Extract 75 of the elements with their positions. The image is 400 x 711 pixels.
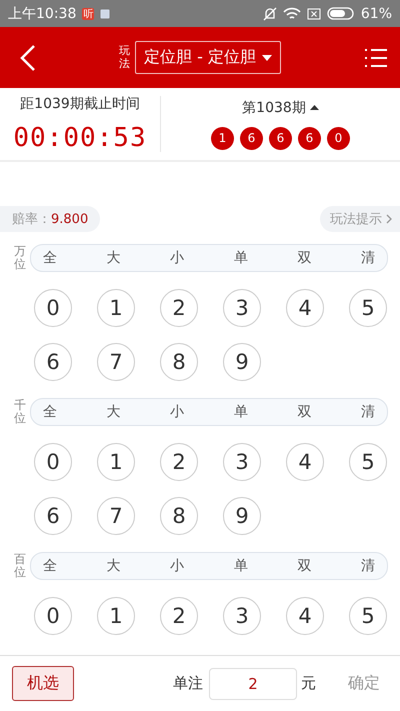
number-ball[interactable]: 0 (34, 289, 72, 327)
filter-option[interactable]: 双 (297, 403, 312, 421)
number-ball[interactable]: 9 (223, 343, 261, 381)
position-label: 万位 (14, 244, 26, 272)
filter-option[interactable]: 大 (106, 403, 121, 421)
filter-option[interactable]: 全 (43, 403, 57, 421)
menu-icon[interactable] (364, 48, 388, 68)
filter-option[interactable]: 小 (170, 403, 184, 421)
number-ball[interactable]: 6 (34, 343, 72, 381)
battery-icon (326, 7, 355, 20)
number-ball[interactable]: 5 (349, 443, 387, 481)
message-icon (100, 8, 110, 18)
position-label: 百位 (14, 552, 26, 580)
filter-option[interactable]: 全 (43, 249, 57, 267)
number-ball[interactable]: 4 (286, 443, 324, 481)
number-ball[interactable]: 1 (97, 597, 135, 635)
filter-option[interactable]: 双 (297, 557, 312, 575)
app-notification-icon: 听 (82, 8, 94, 20)
filter-option[interactable]: 小 (170, 249, 184, 267)
draw-number: 0 (327, 126, 350, 150)
filter-option[interactable]: 单 (234, 249, 248, 267)
filter-option[interactable]: 单 (234, 557, 248, 575)
number-ball[interactable]: 2 (160, 289, 198, 327)
random-pick-button[interactable]: 机选 (12, 666, 74, 701)
number-ball[interactable]: 4 (286, 289, 324, 327)
number-ball[interactable]: 5 (349, 597, 387, 635)
mute-bell-icon (262, 6, 277, 20)
odds-text: 赔率：9.800 (0, 206, 100, 232)
number-ball[interactable]: 0 (34, 443, 72, 481)
number-ball[interactable]: 3 (223, 443, 261, 481)
number-ball[interactable]: 3 (223, 597, 261, 635)
amount-field[interactable]: 2 (209, 668, 297, 700)
wifi-icon (282, 6, 301, 20)
caret-icon (262, 54, 272, 60)
countdown-timer: 00:00:53 (13, 123, 147, 153)
draw-number: 6 (240, 126, 263, 150)
number-ball[interactable]: 1 (97, 443, 135, 481)
draw-number: 6 (269, 126, 292, 150)
number-ball[interactable]: 8 (160, 497, 198, 535)
number-ball[interactable]: 6 (34, 497, 72, 535)
battery-percent: 61% (360, 6, 392, 22)
draw-number: 6 (298, 126, 321, 150)
caret-up-icon (310, 105, 319, 110)
number-ball[interactable]: 5 (349, 289, 387, 327)
play-label: 玩法 (119, 45, 130, 70)
draw-number: 1 (211, 126, 234, 150)
sim-icon (306, 8, 321, 20)
filter-option[interactable]: 大 (106, 249, 121, 267)
number-ball[interactable]: 2 (160, 443, 198, 481)
filter-option[interactable]: 清 (360, 249, 375, 267)
position-label: 千位 (14, 398, 26, 426)
number-ball[interactable]: 2 (160, 597, 198, 635)
number-ball[interactable]: 7 (97, 343, 135, 381)
play-type-dropdown[interactable]: 定位胆 - 定位胆 (135, 41, 281, 74)
countdown-label: 距1039期截止时间 (20, 95, 140, 113)
filter-option[interactable]: 清 (360, 557, 375, 575)
unit-label: 单注 (173, 674, 203, 693)
chevron-right-icon (386, 214, 392, 224)
back-icon[interactable] (20, 44, 36, 72)
status-time: 上午10:38 (8, 4, 76, 22)
filter-option[interactable]: 双 (297, 249, 312, 267)
filter-option[interactable]: 全 (43, 557, 57, 575)
number-ball[interactable]: 7 (97, 497, 135, 535)
filter-option[interactable]: 小 (170, 557, 184, 575)
filter-option[interactable]: 单 (234, 403, 248, 421)
filter-option[interactable]: 清 (360, 403, 375, 421)
last-draw-label[interactable]: 第1038期 (242, 98, 319, 116)
currency-label: 元 (301, 674, 316, 693)
number-ball[interactable]: 0 (34, 597, 72, 635)
number-ball[interactable]: 9 (223, 497, 261, 535)
number-ball[interactable]: 3 (223, 289, 261, 327)
number-ball[interactable]: 4 (286, 597, 324, 635)
filter-option[interactable]: 大 (106, 557, 121, 575)
number-ball[interactable]: 8 (160, 343, 198, 381)
number-ball[interactable]: 1 (97, 289, 135, 327)
